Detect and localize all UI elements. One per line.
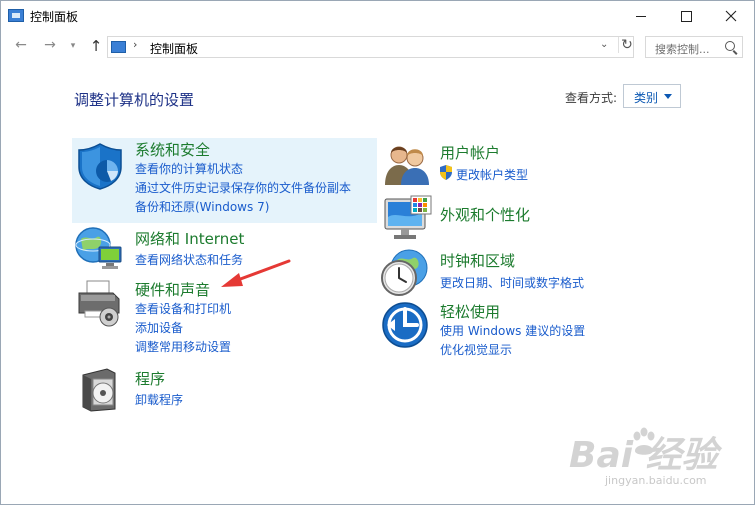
link-recommended-settings[interactable]: 使用 Windows 建议的设置 (440, 322, 585, 339)
category-programs-title[interactable]: 程序 (135, 368, 165, 389)
category-clock-region-title[interactable]: 时钟和区域 (440, 250, 515, 271)
watermark-url: jingyan.baidu.com (605, 474, 707, 487)
link-change-date-time[interactable]: 更改日期、时间或数字格式 (440, 274, 584, 291)
category-hardware-sound-title[interactable]: 硬件和声音 (135, 279, 210, 300)
link-add-device[interactable]: 添加设备 (135, 319, 183, 336)
title-bar: 控制面板 (1, 1, 754, 32)
appearance-monitor-icon[interactable] (381, 195, 433, 243)
link-mobility-settings[interactable]: 调整常用移动设置 (135, 338, 231, 355)
navigation-bar: ← → ▾ ↑ › 控制面板 ⌄ ↻ 搜索控制... (1, 34, 754, 62)
annotation-arrow-icon (221, 259, 291, 287)
user-accounts-icon[interactable] (382, 141, 432, 187)
category-appearance-title[interactable]: 外观和个性化 (440, 204, 530, 225)
breadcrumb-control-panel[interactable]: 控制面板 (150, 40, 198, 57)
view-by-label: 查看方式: (565, 91, 618, 105)
up-button[interactable]: ↑ (87, 37, 105, 55)
close-icon (725, 10, 737, 22)
search-placeholder[interactable]: 搜索控制... (655, 41, 710, 57)
link-devices-printers[interactable]: 查看设备和打印机 (135, 300, 231, 317)
link-view-computer-status[interactable]: 查看你的计算机状态 (135, 160, 243, 177)
clock-globe-icon[interactable] (379, 248, 431, 298)
control-panel-small-icon (111, 41, 126, 53)
window-title: 控制面板 (30, 10, 79, 24)
category-ease-of-access-title[interactable]: 轻松使用 (440, 301, 500, 322)
shield-icon[interactable] (75, 141, 125, 191)
link-optimize-display[interactable]: 优化视觉显示 (440, 341, 512, 358)
minimize-button[interactable] (618, 1, 664, 32)
maximize-button[interactable] (663, 1, 709, 32)
search-icon[interactable] (725, 41, 735, 51)
back-button[interactable]: ← (12, 37, 30, 53)
programs-icon[interactable] (77, 365, 123, 413)
control-panel-icon (8, 9, 24, 22)
dropdown-caret-icon[interactable] (664, 94, 672, 99)
address-bar[interactable]: › 控制面板 ⌄ ↻ (107, 36, 634, 58)
recent-locations-button[interactable]: ▾ (64, 41, 82, 51)
category-system-security-title[interactable]: 系统和安全 (135, 139, 210, 160)
address-dropdown-icon[interactable]: ⌄ (600, 39, 608, 50)
ease-of-access-icon[interactable] (381, 301, 429, 349)
link-change-account-type[interactable]: 更改帐户类型 (456, 166, 528, 183)
minimize-icon (636, 15, 646, 17)
page-heading: 调整计算机的设置 (74, 91, 195, 109)
forward-button[interactable]: → (41, 37, 59, 53)
view-by-value[interactable]: 类别 (634, 89, 658, 106)
link-backup-restore[interactable]: 备份和还原(Windows 7) (135, 198, 269, 215)
control-panel-window: 控制面板 ← → ▾ ↑ › 控制面板 ⌄ ↻ 搜索控制... 调整计算机的设置… (0, 0, 755, 505)
maximize-icon (680, 10, 692, 22)
view-by-dropdown[interactable]: 类别 (623, 84, 681, 108)
search-box[interactable]: 搜索控制... (645, 36, 743, 58)
refresh-icon[interactable]: ↻ (618, 37, 635, 53)
printer-icon[interactable] (73, 277, 125, 329)
uac-shield-icon (440, 165, 452, 180)
baidu-paw-icon (633, 427, 655, 455)
link-file-history-backup[interactable]: 通过文件历史记录保存你的文件备份副本 (135, 179, 351, 196)
close-button[interactable] (708, 1, 754, 32)
category-network-internet-title[interactable]: 网络和 Internet (135, 228, 244, 249)
breadcrumb-chevron-icon[interactable]: › (133, 38, 137, 51)
category-user-accounts-title[interactable]: 用户帐户 (440, 142, 500, 163)
network-globe-icon[interactable] (73, 225, 125, 273)
link-uninstall-program[interactable]: 卸载程序 (135, 391, 183, 408)
